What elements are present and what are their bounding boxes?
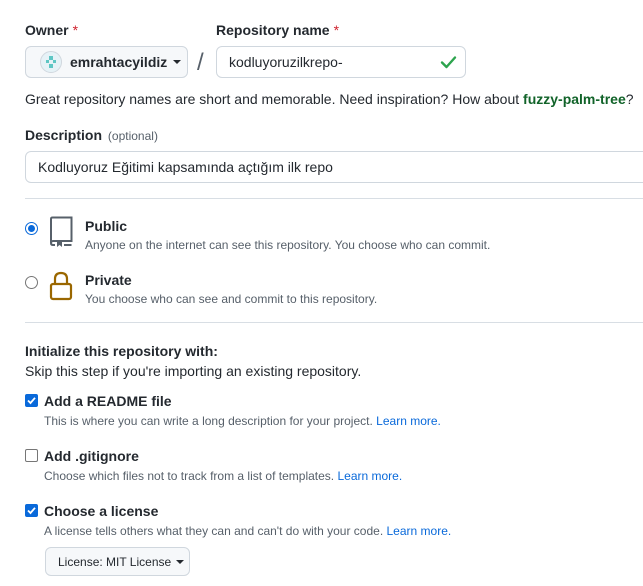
initialize-subtext: Skip this step if you're importing an ex…: [25, 363, 362, 379]
divider: [25, 198, 643, 199]
description-optional-text: (optional): [107, 129, 158, 143]
readme-title: Add a README file: [44, 393, 172, 409]
suggestion-end: ?: [625, 91, 634, 107]
divider: [25, 322, 643, 323]
suggestion-text: Great repository names are short and mem…: [25, 91, 524, 107]
gitignore-learn-more-link[interactable]: Learn more.: [337, 469, 402, 483]
readme-description: This is where you can write a long descr…: [44, 414, 441, 428]
public-title: Public: [85, 218, 128, 234]
description-label: Description (optional): [25, 127, 158, 143]
chevron-down-icon: [176, 559, 185, 564]
readme-description-text: This is where you can write a long descr…: [44, 414, 373, 428]
gitignore-checkbox[interactable]: [25, 449, 38, 462]
owner-repo-separator: /: [197, 49, 204, 76]
gitignore-title: Add .gitignore: [44, 448, 139, 464]
identicon-avatar-icon: [46, 56, 56, 68]
private-title: Private: [85, 272, 132, 288]
chevron-down-icon: [173, 60, 182, 64]
repository-name-label: Repository name *: [216, 22, 339, 38]
owner-username: emrahtacyildiz: [70, 54, 168, 70]
repository-name-label-text: Repository name: [216, 22, 330, 38]
initialize-heading: Initialize this repository with:: [25, 343, 218, 359]
repository-required-mark: *: [333, 22, 340, 38]
public-radio[interactable]: [25, 222, 38, 235]
license-learn-more-link[interactable]: Learn more.: [387, 524, 452, 538]
public-description: Anyone on the internet can see this repo…: [85, 238, 491, 252]
avatar: [40, 51, 62, 73]
license-title: Choose a license: [44, 503, 159, 519]
suggested-name-link[interactable]: fuzzy-palm-tree: [523, 91, 626, 107]
owner-label-text: Owner: [25, 22, 69, 38]
license-description-text: A license tells others what they can and…: [44, 524, 384, 538]
owner-label: Owner *: [25, 22, 78, 38]
license-dropdown-button[interactable]: License: MIT License: [45, 547, 190, 576]
lock-icon: [49, 271, 73, 301]
description-input[interactable]: [25, 151, 643, 183]
license-description: A license tells others what they can and…: [44, 524, 451, 538]
gitignore-description-text: Choose which files not to track from a l…: [44, 469, 335, 483]
repo-book-icon: [49, 216, 73, 247]
checkmark-icon: [27, 507, 36, 515]
private-radio[interactable]: [25, 276, 38, 289]
readme-checkbox[interactable]: [25, 394, 38, 407]
gitignore-description: Choose which files not to track from a l…: [44, 469, 402, 483]
license-checkbox[interactable]: [25, 504, 38, 517]
owner-dropdown-button[interactable]: emrahtacyildiz: [25, 46, 188, 78]
license-dropdown-label: License: MIT License: [58, 554, 172, 569]
readme-learn-more-link[interactable]: Learn more.: [376, 414, 441, 428]
repository-name-input[interactable]: [216, 46, 466, 78]
checkmark-icon: [27, 397, 36, 405]
check-icon: [440, 56, 457, 69]
description-label-text: Description: [25, 127, 103, 143]
name-suggestion: Great repository names are short and mem…: [25, 91, 634, 107]
private-description: You choose who can see and commit to thi…: [85, 292, 378, 306]
owner-required-mark: *: [72, 22, 79, 38]
